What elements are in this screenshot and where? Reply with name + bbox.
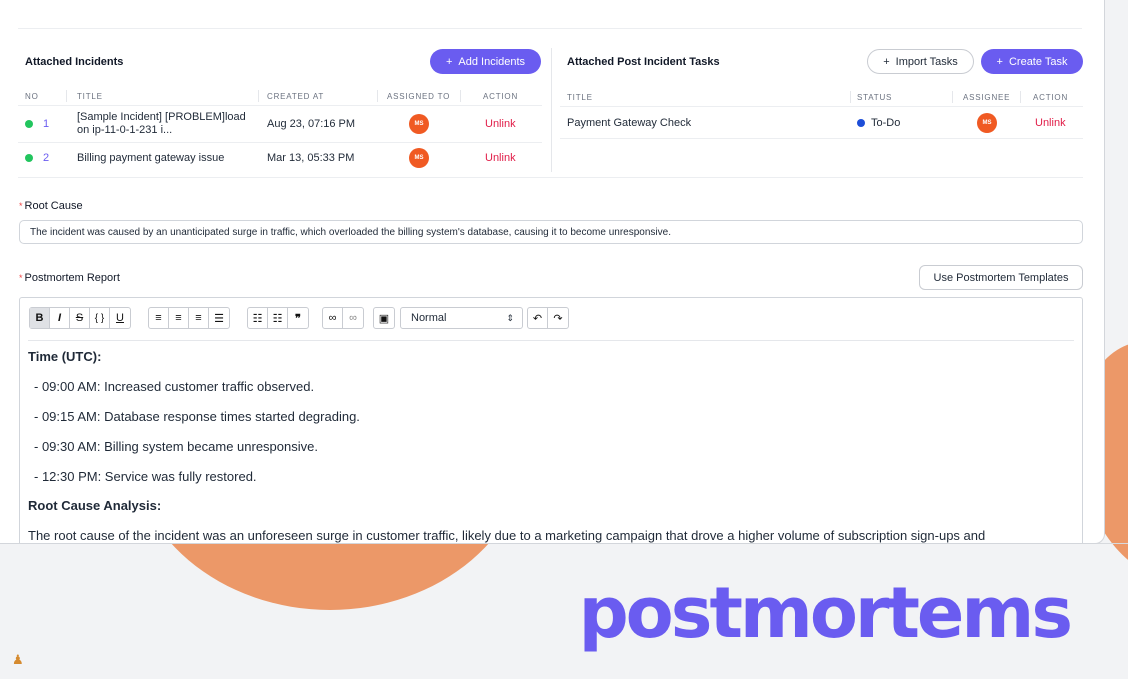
col-header-status: STATUS (857, 93, 893, 102)
format-select-value: Normal (411, 312, 447, 324)
section-divider (18, 177, 1083, 178)
editor-paragraph: - 09:15 AM: Database response times star… (34, 409, 360, 424)
import-tasks-label: Import Tasks (895, 55, 958, 68)
align-justify-icon[interactable]: ☰ (209, 308, 229, 328)
text-style-group: B I S { } U (29, 307, 131, 329)
panel-divider (551, 48, 552, 172)
root-cause-input[interactable]: The incident was caused by an unanticipa… (19, 220, 1083, 244)
postmortem-label-text: Postmortem Report (24, 272, 120, 284)
col-sep (952, 91, 953, 103)
quote-icon[interactable]: ❞ (288, 308, 308, 328)
redo-icon[interactable]: ↷ (548, 308, 568, 328)
col-header-action: ACTION (1033, 93, 1069, 102)
editor-paragraph: The root cause of the incident was an un… (28, 528, 986, 543)
col-sep (1020, 91, 1021, 103)
row-number: 1 (43, 118, 50, 130)
col-header-action: ACTION (483, 92, 519, 101)
strikethrough-icon[interactable]: S (70, 308, 90, 328)
ordered-list-icon[interactable]: ☷ (268, 308, 288, 328)
list-group: ☷ ☷ ❞ (247, 307, 309, 329)
status-dot (25, 154, 33, 162)
align-left-icon[interactable]: ≡ (149, 308, 169, 328)
top-divider (18, 28, 1082, 29)
tasks-panel-title: Attached Post Incident Tasks (567, 56, 720, 68)
link-icon[interactable]: ∞ (323, 308, 343, 328)
col-sep (258, 90, 259, 102)
avatar: MS (409, 148, 429, 168)
history-group: ↶ ↷ (527, 307, 569, 329)
col-header-title: TITLE (567, 93, 593, 102)
link-group: ∞ ∞ (322, 307, 364, 329)
status-dot (25, 120, 33, 128)
col-sep (850, 91, 851, 103)
avatar: MS (409, 114, 429, 134)
plus-icon: + (883, 55, 890, 68)
bold-icon[interactable]: B (30, 308, 50, 328)
bullet-list-icon[interactable]: ☷ (248, 308, 268, 328)
col-sep (66, 90, 67, 102)
add-incidents-label: Add Incidents (458, 55, 526, 68)
col-sep (377, 90, 378, 102)
add-incidents-button[interactable]: + Add Incidents (430, 49, 541, 74)
col-sep (460, 90, 461, 102)
app-window: Attached Incidents + Add Incidents NO TI… (0, 0, 1105, 544)
unlink-icon[interactable]: ∞ (343, 308, 363, 328)
incident-title-line: [Sample Incident] [PROBLEM]load (77, 111, 246, 123)
root-cause-label-text: Root Cause (24, 200, 83, 212)
undo-icon[interactable]: ↶ (528, 308, 548, 328)
status-dot (857, 119, 865, 127)
plus-icon: + (996, 55, 1003, 68)
col-header-assigned-to: ASSIGNED TO (387, 92, 451, 101)
use-templates-button[interactable]: Use Postmortem Templates (919, 265, 1083, 290)
required-marker: * (19, 273, 23, 283)
required-marker: * (19, 201, 23, 211)
postmortem-label: * Postmortem Report (19, 272, 120, 284)
image-group: ▣ (373, 307, 395, 329)
incidents-panel-title: Attached Incidents (25, 56, 124, 68)
create-task-label: Create Task (1008, 55, 1068, 68)
unlink-button[interactable]: Unlink (485, 118, 516, 130)
brand-wordmark: postmortems (578, 572, 1073, 654)
chevron-updown-icon: ⇕ (506, 312, 514, 323)
task-status: To-Do (871, 117, 901, 129)
user-icon: ♟ (12, 652, 24, 667)
col-header-no: NO (25, 92, 39, 101)
col-header-title: TITLE (77, 92, 103, 101)
incident-title-link[interactable]: Billing payment gateway issue (77, 152, 224, 165)
incident-title-link[interactable]: [Sample Incident] [PROBLEM]load on ip-11… (77, 111, 246, 137)
editor-heading: Time (UTC): (28, 349, 102, 364)
avatar: MS (977, 113, 997, 133)
editor-heading: Root Cause Analysis: (28, 498, 162, 513)
task-title-link[interactable]: Payment Gateway Check (567, 117, 691, 130)
header-rule (560, 106, 1083, 107)
underline-icon[interactable]: U (110, 308, 130, 328)
align-right-icon[interactable]: ≡ (189, 308, 209, 328)
format-select[interactable]: Normal ⇕ (400, 307, 523, 329)
root-cause-label: * Root Cause (19, 200, 83, 212)
unlink-button[interactable]: Unlink (485, 152, 516, 164)
editor-paragraph: - 12:30 PM: Service was fully restored. (34, 469, 257, 484)
col-header-created-at: CREATED AT (267, 92, 325, 101)
create-task-button[interactable]: + Create Task (981, 49, 1083, 74)
alignment-group: ≡ ≡ ≡ ☰ (148, 307, 230, 329)
created-at: Mar 13, 05:33 PM (267, 152, 355, 164)
editor-paragraph: - 09:30 AM: Billing system became unresp… (34, 439, 318, 454)
code-icon[interactable]: { } (90, 308, 110, 328)
unlink-button[interactable]: Unlink (1035, 117, 1066, 129)
created-at: Aug 23, 07:16 PM (267, 118, 356, 130)
row-rule (18, 142, 542, 143)
col-header-assignee: ASSIGNEE (963, 93, 1011, 102)
incident-title-line: on ip-11-0-1-231 i... (77, 124, 173, 136)
align-center-icon[interactable]: ≡ (169, 308, 189, 328)
plus-icon: + (445, 55, 453, 68)
toolbar-divider (28, 340, 1074, 341)
import-tasks-button[interactable]: + Import Tasks (867, 49, 974, 74)
row-number: 2 (43, 152, 50, 164)
header-rule (18, 105, 542, 106)
row-rule (560, 138, 1083, 139)
rich-text-editor[interactable]: B I S { } U ≡ ≡ ≡ ☰ ☷ ☷ ❞ ∞ ∞ ▣ Normal ⇕ (19, 297, 1083, 543)
editor-paragraph: - 09:00 AM: Increased customer traffic o… (34, 379, 315, 394)
italic-icon[interactable]: I (50, 308, 70, 328)
image-icon[interactable]: ▣ (374, 308, 394, 328)
